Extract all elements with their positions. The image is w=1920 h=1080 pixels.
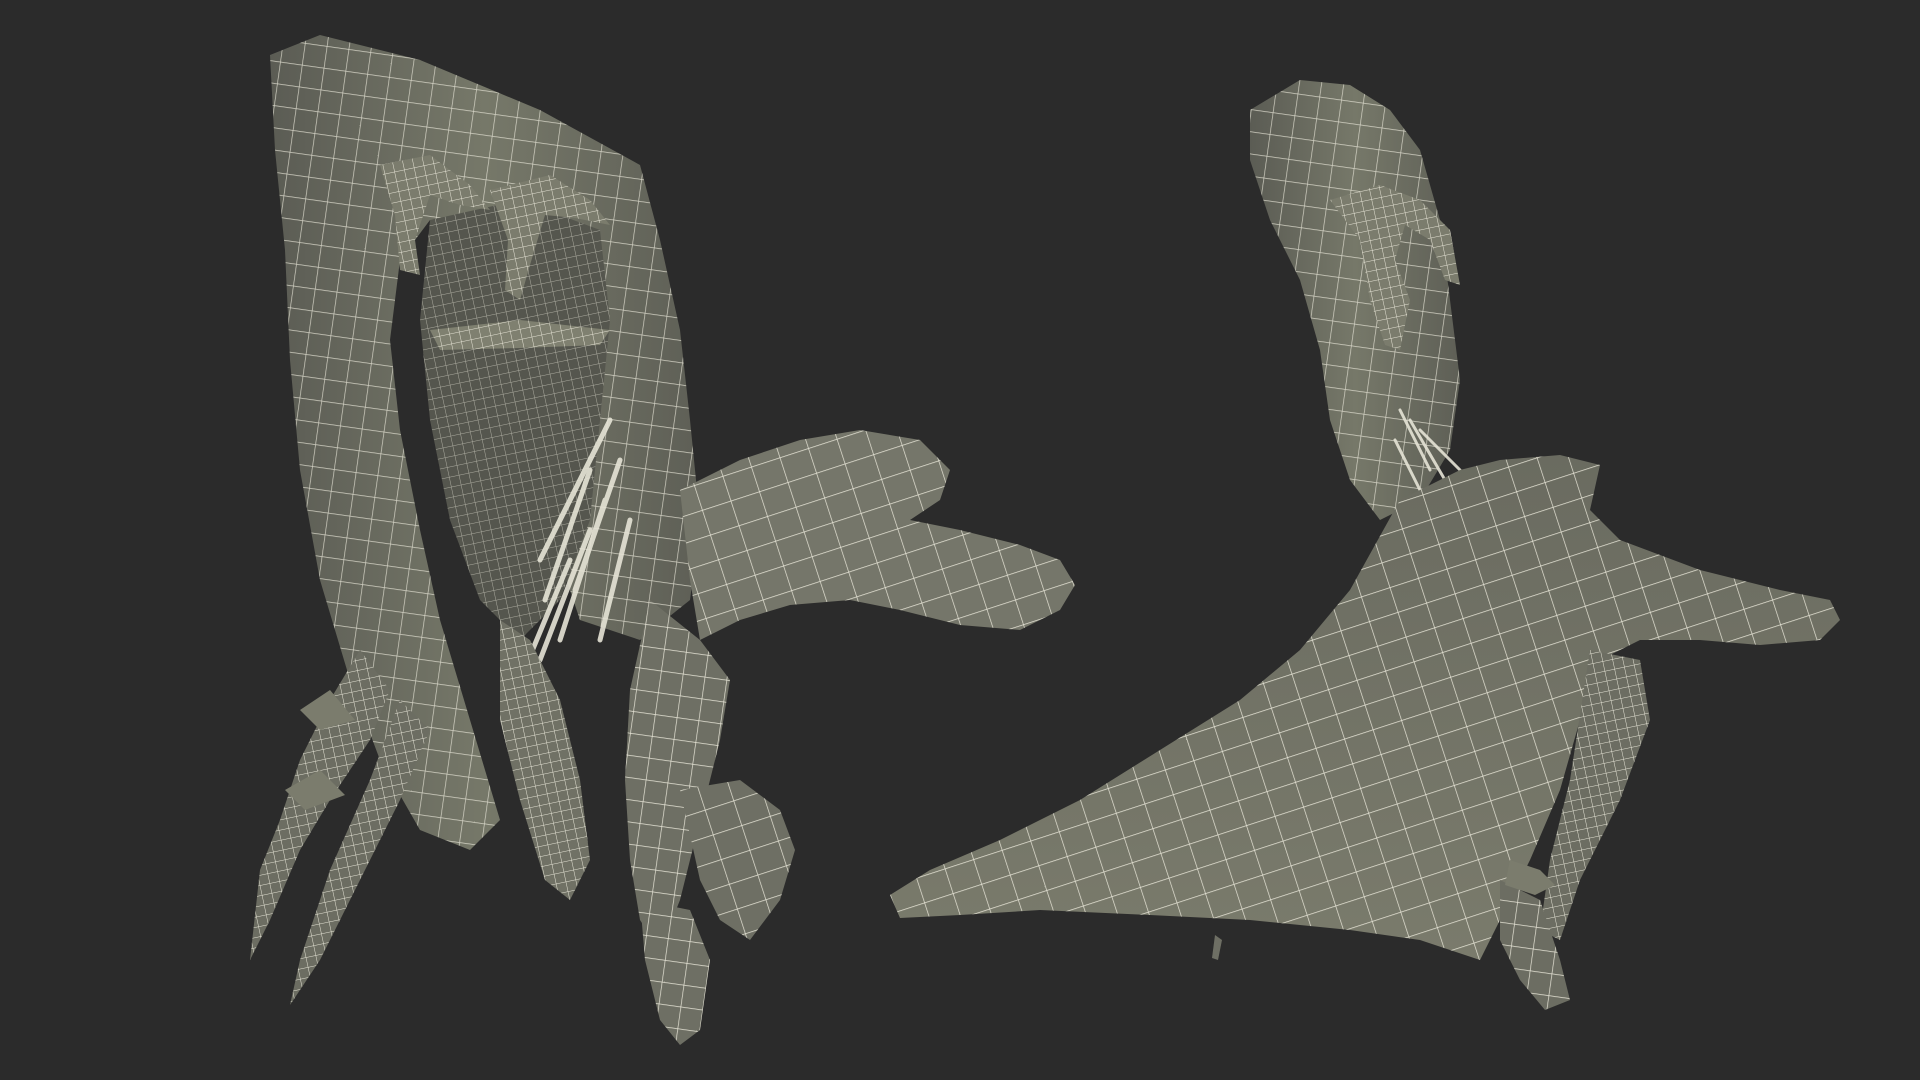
render-viewport: [0, 0, 1920, 1080]
render-canvas: [250, 35, 1840, 1045]
wireframe-model-right: [890, 80, 1840, 1010]
